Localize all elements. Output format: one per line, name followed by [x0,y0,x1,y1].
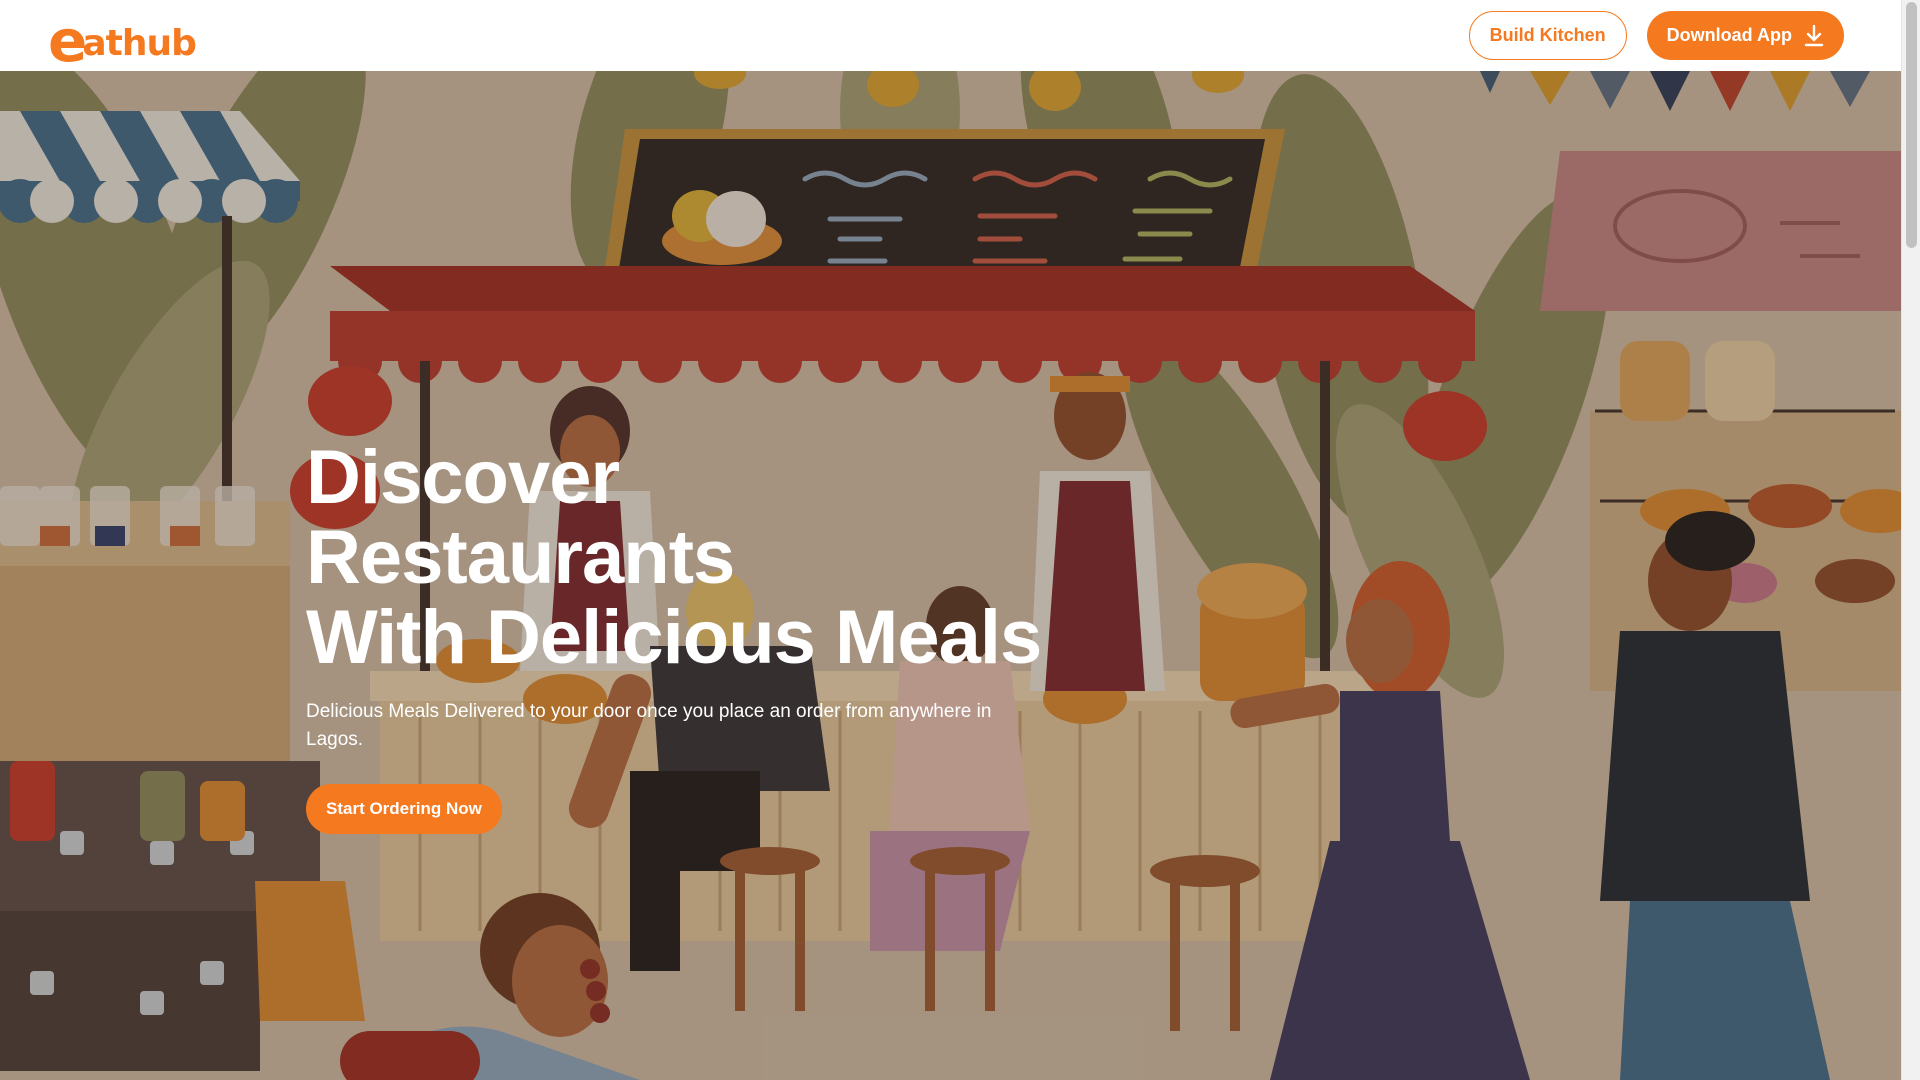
scrollbar-thumb[interactable] [1906,2,1917,248]
logo-wordmark: athub [82,22,197,64]
hero-title: Discover Restaurants With Delicious Meal… [306,438,1066,678]
site-header: e athub Build Kitchen Download App [0,0,1901,71]
hero-content: Discover Restaurants With Delicious Meal… [306,438,1066,834]
download-app-label: Download App [1666,25,1792,45]
hero-title-line2: With Delicious Meals [306,595,1042,680]
hero-subtitle: Delicious Meals Delivered to your door o… [306,701,992,750]
header-actions: Build Kitchen Download App [1468,11,1844,60]
build-kitchen-label: Build Kitchen [1489,25,1606,45]
vertical-scrollbar[interactable] [1901,0,1920,1080]
eathub-logo[interactable]: e athub [48,6,197,75]
download-icon [1804,24,1824,47]
hero-title-line1: Discover Restaurants [306,435,735,600]
page: e athub Build Kitchen Download App Disco… [0,0,1920,1080]
start-ordering-button[interactable]: Start Ordering Now [306,784,502,834]
start-ordering-label: Start Ordering Now [326,799,482,818]
hero-section: Discover Restaurants With Delicious Meal… [0,71,1901,1080]
download-app-button[interactable]: Download App [1646,11,1844,60]
logo-initial: e [48,6,87,75]
build-kitchen-button[interactable]: Build Kitchen [1468,11,1627,60]
